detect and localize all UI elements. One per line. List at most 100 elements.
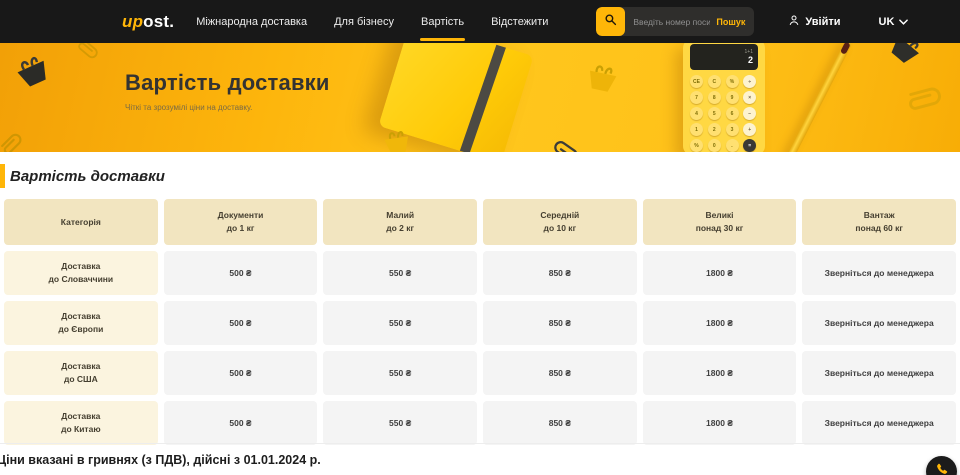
price-value: 550 ₴ (389, 317, 411, 330)
calculator-screen: 1+1 2 (690, 44, 758, 70)
calculator-key: 3 (726, 123, 739, 136)
calculator-key: − (743, 107, 756, 120)
price-value: 500 ₴ (229, 367, 251, 380)
calculator-key: ÷ (743, 75, 756, 88)
pencil-graphic (786, 43, 852, 152)
price-cell: 850 ₴ (483, 301, 637, 345)
category-line1: Доставка (61, 260, 100, 273)
calculator-key: = (743, 139, 756, 152)
price-cell-contact-manager: Зверніться до менеджера (802, 251, 956, 295)
column-header-large: Великі понад 30 кг (643, 199, 797, 245)
category-line1: Доставка (61, 360, 100, 373)
price-value: Зверніться до менеджера (825, 417, 934, 430)
calculator-key: % (726, 75, 739, 88)
main-nav: Міжнародна доставка Для бізнесу Вартість… (196, 0, 548, 43)
price-cell: 550 ₴ (323, 351, 477, 395)
page: upost. Міжнародна доставка Для бізнесу В… (0, 0, 960, 475)
price-cell-contact-manager: Зверніться до менеджера (802, 401, 956, 445)
footer: Ціни вказані в гривнях (з ПДВ), дійсні з… (0, 443, 960, 475)
row-category-usa: Доставка до США (4, 351, 158, 395)
nav-item-international[interactable]: Міжнародна доставка (196, 0, 307, 43)
nav-item-pricing[interactable]: Вартість (421, 0, 464, 43)
price-value: 500 ₴ (229, 317, 251, 330)
chevron-down-icon (899, 16, 908, 28)
price-cell: 500 ₴ (164, 351, 318, 395)
pricing-table: Категорія Документи до 1 кг Малий до 2 к… (4, 199, 956, 445)
price-cell: 1800 ₴ (643, 351, 797, 395)
table-row: Доставка до США 500 ₴ 550 ₴ 850 ₴ 1800 ₴… (4, 351, 956, 395)
logo[interactable]: upost. (122, 12, 174, 32)
binder-clip-icon (882, 43, 929, 72)
hero-subtitle: Чіткі та зрозумілі ціни на доставку. (125, 103, 330, 112)
price-cell: 550 ₴ (323, 401, 477, 445)
logo-accent: up (122, 12, 143, 32)
calculator-result: 2 (748, 55, 753, 65)
category-line1: Доставка (61, 310, 100, 323)
nav-item-business[interactable]: Для бізнесу (334, 0, 394, 43)
search-submit-button[interactable]: Пошук (714, 17, 754, 27)
phone-call-button[interactable] (926, 456, 957, 475)
calculator-key: 5 (708, 107, 721, 120)
price-cell: 1800 ₴ (643, 251, 797, 295)
price-value: Зверніться до менеджера (825, 367, 934, 380)
price-cell: 850 ₴ (483, 401, 637, 445)
language-label: UK (879, 16, 895, 28)
calculator-key: . (726, 139, 739, 152)
calculator-key: × (743, 91, 756, 104)
price-value: 850 ₴ (549, 317, 571, 330)
price-cell: 500 ₴ (164, 301, 318, 345)
column-subtitle: понад 60 кг (855, 222, 903, 235)
binder-clip-icon (582, 60, 622, 98)
main-content: Вартість доставки Категорія Документи до… (0, 152, 960, 445)
language-selector[interactable]: UK (879, 16, 909, 28)
price-cell: 1800 ₴ (643, 401, 797, 445)
price-value: 1800 ₴ (706, 317, 733, 330)
table-row: Доставка до Китаю 500 ₴ 550 ₴ 850 ₴ 1800… (4, 401, 956, 445)
calculator-key: 1 (690, 123, 703, 136)
hero-title: Вартість доставки (125, 70, 330, 96)
logo-rest: ost. (143, 12, 174, 32)
nav-item-tracking[interactable]: Відстежити (491, 0, 548, 43)
table-row: Доставка до Європи 500 ₴ 550 ₴ 850 ₴ 180… (4, 301, 956, 345)
price-value: 550 ₴ (389, 367, 411, 380)
calculator-key: % (690, 139, 703, 152)
table-row: Доставка до Словаччини 500 ₴ 550 ₴ 850 ₴… (4, 251, 956, 295)
login-label: Увійти (805, 16, 840, 28)
hero-banner: 1+1 2 CEC%÷789×456−123+%0.= Вартість дос… (0, 43, 960, 152)
price-value: 850 ₴ (549, 267, 571, 280)
calculator-key: 2 (708, 123, 721, 136)
price-value: Зверніться до менеджера (825, 317, 934, 330)
column-subtitle: до 1 кг (227, 222, 255, 235)
price-value: 1800 ₴ (706, 267, 733, 280)
category-line2: до Європи (58, 323, 103, 336)
section-title: Вартість доставки (10, 168, 165, 185)
navbar: upost. Міжнародна доставка Для бізнесу В… (0, 0, 960, 43)
login-button[interactable]: Увійти (788, 14, 840, 29)
column-header-documents: Документи до 1 кг (164, 199, 318, 245)
row-category-slovakia: Доставка до Словаччини (4, 251, 158, 295)
category-line2: до Китаю (61, 423, 101, 436)
tracking-search: Пошук (596, 7, 754, 36)
column-title: Малий (386, 209, 414, 222)
section-accent-bar (0, 164, 5, 188)
calculator-key: CE (690, 75, 703, 88)
calculator-key: 6 (726, 107, 739, 120)
calculator-key: + (743, 123, 756, 136)
category-line2: до Словаччини (49, 273, 114, 286)
search-button-icon-box[interactable] (596, 7, 625, 36)
calculator-key: 0 (708, 139, 721, 152)
column-subtitle: до 2 кг (386, 222, 414, 235)
price-value: 1800 ₴ (706, 417, 733, 430)
column-title: Вантаж (864, 209, 895, 222)
column-header-cargo: Вантаж понад 60 кг (802, 199, 956, 245)
pricing-disclaimer: Ціни вказані в гривнях (з ПДВ), дійсні з… (0, 453, 321, 467)
phone-icon (934, 462, 949, 475)
hero-text: Вартість доставки Чіткі та зрозумілі цін… (125, 70, 330, 112)
paper-clip-icon (546, 129, 591, 152)
price-value: 550 ₴ (389, 417, 411, 430)
price-cell: 550 ₴ (323, 301, 477, 345)
column-title: Середній (540, 209, 579, 222)
column-header-small: Малий до 2 кг (323, 199, 477, 245)
search-input[interactable] (625, 17, 714, 27)
price-cell: 550 ₴ (323, 251, 477, 295)
